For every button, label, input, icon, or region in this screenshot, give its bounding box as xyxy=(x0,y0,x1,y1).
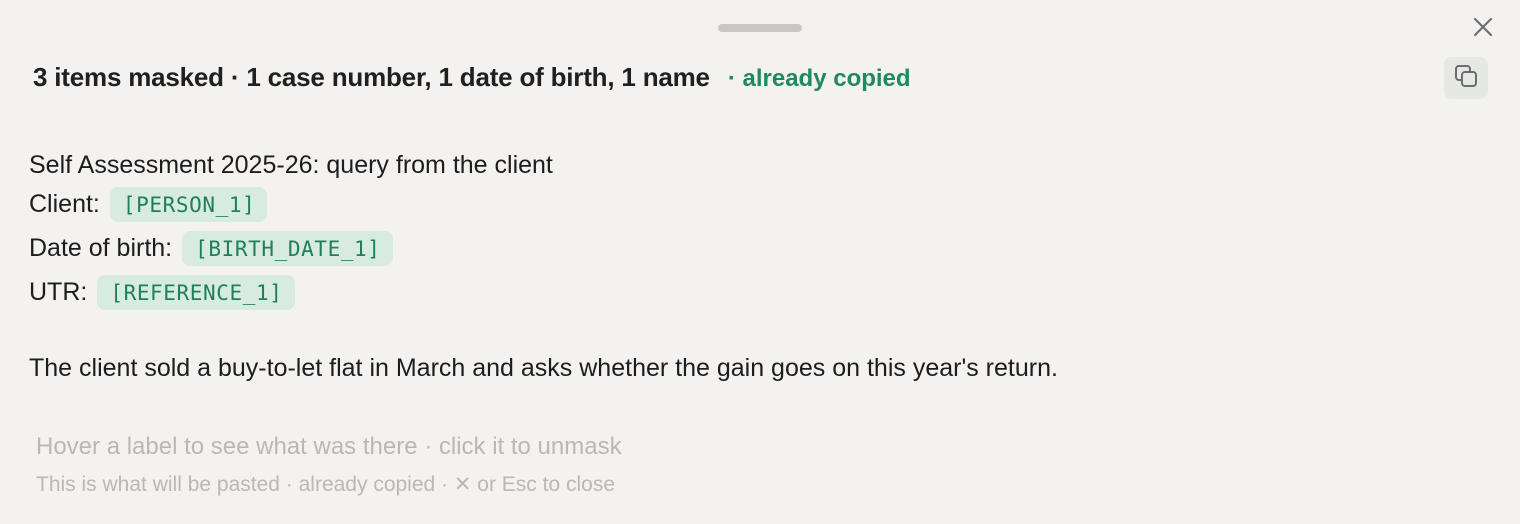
summary-title: 3 items masked · 1 case number, 1 date o… xyxy=(33,62,710,92)
mask-token-reference[interactable]: [REFERENCE_1] xyxy=(97,274,295,310)
heading-text: Self Assessment 2025-26: query from the … xyxy=(29,150,553,179)
mask-token-birth-date[interactable]: [BIRTH_DATE_1] xyxy=(182,230,393,266)
close-icon xyxy=(1473,17,1493,42)
field-label: Date of birth: xyxy=(29,233,173,262)
copied-status: · already copied xyxy=(727,65,911,92)
field-line-utr: UTR: [REFERENCE_1] xyxy=(29,270,553,314)
field-line-birth-date: Date of birth: [BIRTH_DATE_1] xyxy=(29,226,553,270)
drag-handle[interactable] xyxy=(718,24,802,32)
heading-line: Self Assessment 2025-26: query from the … xyxy=(29,148,553,182)
hover-hint: Hover a label to see what was there · cl… xyxy=(36,433,622,460)
copy-button[interactable] xyxy=(1444,57,1488,99)
masked-text-preview: Self Assessment 2025-26: query from the … xyxy=(29,148,553,314)
masking-summary: 3 items masked · 1 case number, 1 date o… xyxy=(33,62,911,93)
close-button[interactable] xyxy=(1468,14,1498,44)
body-paragraph: The client sold a buy-to-let flat in Mar… xyxy=(29,354,1058,382)
copy-icon xyxy=(1453,63,1479,94)
field-label: Client: xyxy=(29,189,100,218)
mask-token-person[interactable]: [PERSON_1] xyxy=(109,186,268,222)
field-label: UTR: xyxy=(29,277,88,306)
paste-hint: This is what will be pasted · already co… xyxy=(36,473,616,496)
field-line-client: Client: [PERSON_1] xyxy=(29,182,553,226)
